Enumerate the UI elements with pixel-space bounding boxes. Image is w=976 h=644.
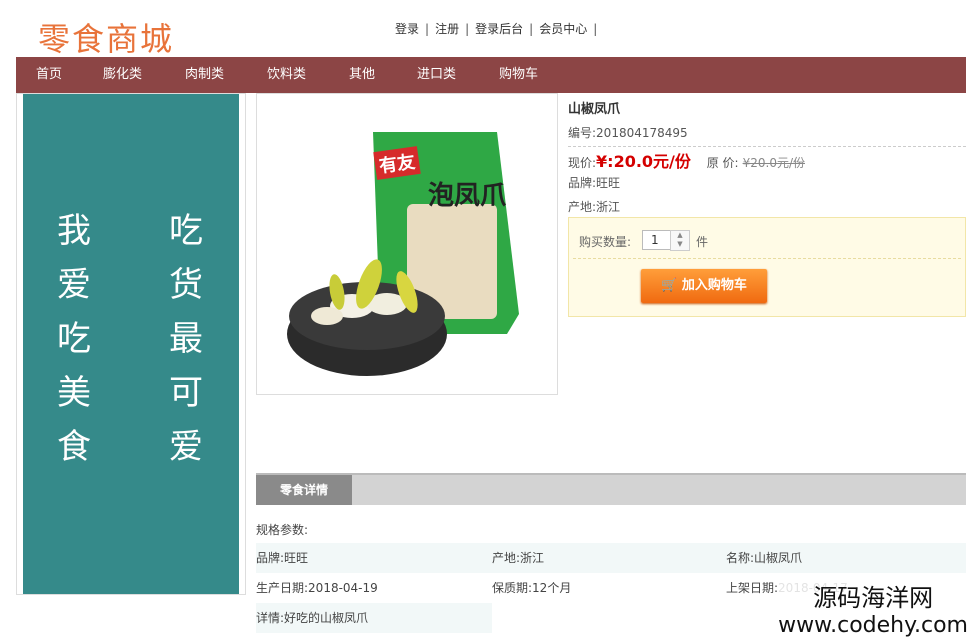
main-nav: 首页 膨化类 肉制类 饮料类 其他 进口类 购物车 (16, 57, 966, 93)
spec-origin: 产地:浙江 (492, 551, 545, 565)
nav-item-home[interactable]: 首页 (36, 57, 62, 93)
register-link[interactable]: 注册 (435, 22, 459, 36)
nav-item-puffed[interactable]: 膨化类 (103, 57, 142, 93)
product-title: 山椒凤爪 (568, 102, 621, 117)
watermark-line2: www.codehy.com (778, 613, 968, 638)
separator: | (593, 22, 598, 36)
product-origin: 产地:浙江 (568, 200, 621, 214)
product-brand: 品牌:旺旺 (568, 176, 621, 190)
cart-icon: 🛒 (661, 278, 678, 293)
poster-char: 可 (169, 373, 203, 413)
spec-params-label: 规格参数: (256, 523, 309, 537)
product-photo: 有友 泡凤爪 (287, 132, 519, 376)
add-to-cart-label: 加入购物车 (681, 278, 747, 293)
nav-item-meat[interactable]: 肉制类 (185, 57, 224, 93)
quantity-label: 购买数量: (579, 235, 632, 249)
spec-detail: 详情:好吃的山椒凤爪 (256, 611, 369, 625)
separator: | (425, 22, 430, 36)
poster-char: 爱 (57, 265, 91, 305)
nav-item-drinks[interactable]: 饮料类 (267, 57, 306, 93)
detail-tab-bar: 零食详情 (256, 473, 966, 505)
login-link[interactable]: 登录 (395, 22, 419, 36)
spec-name: 名称:山椒凤爪 (726, 551, 803, 565)
nav-item-other[interactable]: 其他 (349, 57, 375, 93)
member-center-link[interactable]: 会员中心 (539, 22, 587, 36)
spec-shelf-life: 保质期:12个月 (492, 581, 572, 595)
orig-price-label: 原 价: (706, 156, 739, 170)
poster-char: 我 (57, 211, 91, 251)
poster-char: 食 (57, 427, 91, 467)
spec-production-date: 生产日期:2018-04-19 (256, 581, 378, 595)
price-row: 现价:¥:20.0元/份 原 价: ¥20.0元/份 (568, 148, 805, 172)
poster-text-col1: 我 爱 吃 美 食 (54, 204, 94, 474)
divider (573, 258, 961, 259)
buy-box: 购买数量: 1 ▲ ▼ 件 🛒 加入购物车 (568, 217, 966, 317)
poster-char: 爱 (169, 427, 203, 467)
spec-brand: 品牌:旺旺 (256, 551, 309, 565)
spec-row: 品牌:旺旺 产地:浙江 名称:山椒凤爪 (256, 543, 966, 573)
watermark: 源码海洋网 www.codehy.com (778, 578, 968, 638)
price-label: 现价: (568, 156, 597, 170)
original-price: ¥20.0元/份 (742, 156, 805, 170)
admin-login-link[interactable]: 登录后台 (475, 22, 523, 36)
separator: | (529, 22, 534, 36)
tab-snack-details[interactable]: 零食详情 (256, 475, 352, 505)
add-to-cart-button[interactable]: 🛒 加入购物车 (641, 269, 767, 303)
promo-poster: 我 爱 吃 美 食 吃 货 最 可 爱 (23, 94, 239, 594)
top-links: 登录 | 注册 | 登录后台 | 会员中心 | (395, 20, 603, 37)
current-price: ¥:20.0元/份 (596, 152, 691, 171)
nav-item-imported[interactable]: 进口类 (417, 57, 456, 93)
poster-char: 货 (169, 265, 203, 305)
site-logo[interactable]: 零食商城 (38, 14, 174, 60)
poster-char: 最 (169, 319, 203, 359)
nav-item-cart[interactable]: 购物车 (499, 57, 538, 93)
poster-text-col2: 吃 货 最 可 爱 (166, 204, 206, 474)
product-image: 有友 泡凤爪 (256, 93, 558, 395)
product-sku: 编号:201804178495 (568, 124, 966, 147)
watermark-line1: 源码海洋网 (778, 578, 968, 613)
spec-row: 详情:好吃的山椒凤爪 (256, 603, 492, 633)
package-name-text: 泡凤爪 (428, 181, 507, 211)
poster-char: 美 (57, 373, 91, 413)
left-panel: 我 爱 吃 美 食 吃 货 最 可 爱 (16, 93, 246, 595)
quantity-stepper[interactable]: ▲ ▼ (670, 230, 690, 251)
chevron-up-icon[interactable]: ▲ (671, 231, 689, 240)
chevron-down-icon[interactable]: ▼ (671, 240, 689, 249)
poster-char: 吃 (57, 319, 91, 359)
quantity-unit: 件 (696, 235, 709, 249)
poster-char: 吃 (169, 211, 203, 251)
separator: | (465, 22, 470, 36)
